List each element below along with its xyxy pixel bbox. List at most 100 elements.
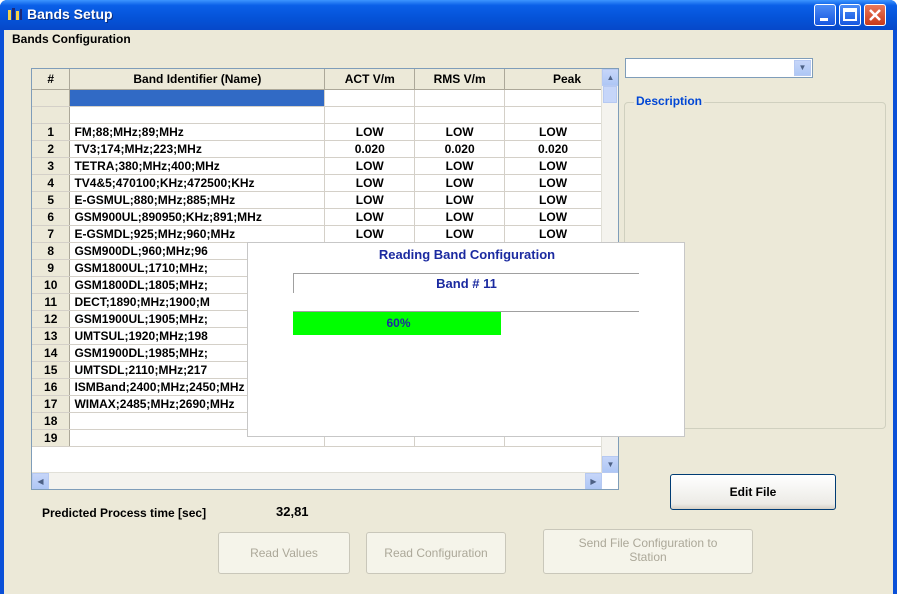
current-band-label: Band # 11 — [293, 273, 639, 293]
peak-cell[interactable] — [504, 106, 602, 124]
table-row[interactable]: 4 TV4&5;470100;KHz;472500;KHz LOW LOW LOW — [32, 174, 602, 192]
title-bar[interactable]: Bands Setup — [0, 0, 897, 30]
col-header-rms[interactable]: RMS V/m — [414, 69, 506, 90]
band-identifier-cell[interactable]: GSM900UL;890950;KHz;891;MHz — [69, 208, 326, 226]
rms-cell[interactable] — [414, 106, 506, 124]
rms-cell[interactable]: LOW — [414, 174, 506, 192]
row-number[interactable]: 16 — [32, 378, 71, 396]
band-identifier-cell[interactable]: E-GSMUL;880;MHz;885;MHz — [69, 191, 326, 209]
row-number[interactable]: 13 — [32, 327, 71, 345]
band-identifier-cell[interactable]: TETRA;380;MHz;400;MHz — [69, 157, 326, 175]
predicted-time-label: Predicted Process time [sec] — [42, 506, 207, 520]
col-header-act[interactable]: ACT V/m — [324, 69, 416, 90]
act-cell[interactable]: LOW — [324, 191, 416, 209]
peak-cell[interactable]: LOW — [504, 225, 602, 243]
row-number[interactable]: 8 — [32, 242, 71, 260]
row-number[interactable]: 3 — [32, 157, 71, 175]
band-identifier-cell[interactable] — [69, 106, 326, 124]
band-identifier-cell[interactable]: FM;88;MHz;89;MHz — [69, 123, 326, 141]
peak-cell[interactable]: LOW — [504, 191, 602, 209]
scroll-down-icon[interactable]: ▼ — [602, 456, 618, 473]
table-row[interactable]: 6 GSM900UL;890950;KHz;891;MHz LOW LOW LOW — [32, 208, 602, 226]
send-button-line2: Station — [629, 550, 667, 564]
close-button[interactable] — [864, 4, 886, 26]
app-icon — [8, 8, 22, 20]
horizontal-scrollbar[interactable]: ◀ ▶ — [32, 472, 602, 489]
band-identifier-cell[interactable]: E-GSMDL;925;MHz;960;MHz — [69, 225, 326, 243]
bands-setup-window: Bands Setup Bands Configuration # Band I… — [0, 0, 897, 594]
row-number[interactable]: 2 — [32, 140, 71, 158]
act-cell[interactable] — [324, 106, 416, 124]
act-cell[interactable]: 0.020 — [324, 140, 416, 158]
peak-cell[interactable]: LOW — [504, 208, 602, 226]
band-select-combo[interactable]: ▼ — [625, 58, 813, 78]
reading-progress-dialog: Reading Band Configuration Band # 11 60% — [247, 242, 685, 437]
row-number[interactable]: 12 — [32, 310, 71, 328]
scroll-left-icon[interactable]: ◀ — [32, 473, 49, 489]
edit-file-button[interactable]: Edit File — [670, 474, 836, 510]
row-number[interactable]: 14 — [32, 344, 71, 362]
rms-cell[interactable]: LOW — [414, 123, 506, 141]
maximize-icon — [843, 8, 857, 21]
row-number[interactable]: 10 — [32, 276, 71, 294]
rms-cell[interactable] — [414, 89, 506, 107]
send-file-configuration-button[interactable]: Send File Configuration to Station — [543, 529, 753, 574]
band-identifier-cell[interactable]: TV4&5;470100;KHz;472500;KHz — [69, 174, 326, 192]
table-row[interactable]: 5 E-GSMUL;880;MHz;885;MHz LOW LOW LOW — [32, 191, 602, 209]
row-number[interactable]: 18 — [32, 412, 71, 430]
row-number[interactable]: 7 — [32, 225, 71, 243]
peak-cell[interactable]: LOW — [504, 174, 602, 192]
table-row[interactable]: 3 TETRA;380;MHz;400;MHz LOW LOW LOW — [32, 157, 602, 175]
rms-cell[interactable]: LOW — [414, 191, 506, 209]
scroll-thumb[interactable] — [603, 86, 617, 103]
row-number[interactable]: 17 — [32, 395, 71, 413]
act-cell[interactable]: LOW — [324, 208, 416, 226]
act-cell[interactable]: LOW — [324, 123, 416, 141]
row-number[interactable]: 19 — [32, 429, 71, 447]
row-number[interactable]: 4 — [32, 174, 71, 192]
act-cell[interactable]: LOW — [324, 225, 416, 243]
band-identifier-cell[interactable]: TV3;174;MHz;223;MHz — [69, 140, 326, 158]
window-title: Bands Setup — [27, 6, 113, 22]
close-icon — [869, 9, 881, 21]
table-row[interactable] — [32, 106, 602, 124]
table-row[interactable]: 2 TV3;174;MHz;223;MHz 0.020 0.020 0.020 — [32, 140, 602, 158]
row-number[interactable]: 6 — [32, 208, 71, 226]
chevron-down-icon[interactable]: ▼ — [794, 60, 811, 76]
bands-configuration-label: Bands Configuration — [12, 32, 131, 46]
act-cell[interactable]: LOW — [324, 157, 416, 175]
row-number[interactable]: 11 — [32, 293, 71, 311]
scroll-up-icon[interactable]: ▲ — [602, 69, 618, 86]
maximize-button[interactable] — [839, 4, 861, 26]
read-values-button[interactable]: Read Values — [218, 532, 350, 574]
rms-cell[interactable]: 0.020 — [414, 140, 506, 158]
client-area: Bands Configuration # Band Identifier (N… — [4, 30, 893, 594]
row-number[interactable]: 15 — [32, 361, 71, 379]
peak-cell[interactable]: LOW — [504, 123, 602, 141]
rms-cell[interactable]: LOW — [414, 208, 506, 226]
progress-percent: 60% — [386, 316, 411, 330]
peak-cell[interactable]: 0.020 — [504, 140, 602, 158]
col-header-peak[interactable]: Peak — [504, 69, 602, 90]
scroll-right-icon[interactable]: ▶ — [585, 473, 602, 489]
table-row[interactable]: 7 E-GSMDL;925;MHz;960;MHz LOW LOW LOW — [32, 225, 602, 243]
minimize-button[interactable] — [814, 4, 836, 26]
description-label: Description — [634, 94, 705, 108]
rms-cell[interactable]: LOW — [414, 157, 506, 175]
table-row[interactable] — [32, 89, 602, 107]
read-configuration-button[interactable]: Read Configuration — [366, 532, 506, 574]
col-header-band-identifier[interactable]: Band Identifier (Name) — [69, 69, 326, 90]
table-row[interactable]: 1 FM;88;MHz;89;MHz LOW LOW LOW — [32, 123, 602, 141]
row-number[interactable]: 9 — [32, 259, 71, 277]
band-identifier-cell[interactable] — [69, 89, 326, 107]
row-number[interactable] — [32, 89, 71, 107]
peak-cell[interactable] — [504, 89, 602, 107]
rms-cell[interactable]: LOW — [414, 225, 506, 243]
act-cell[interactable]: LOW — [324, 174, 416, 192]
peak-cell[interactable]: LOW — [504, 157, 602, 175]
col-header-number[interactable]: # — [32, 69, 71, 90]
row-number[interactable]: 5 — [32, 191, 71, 209]
act-cell[interactable] — [324, 89, 416, 107]
row-number[interactable]: 1 — [32, 123, 71, 141]
row-number[interactable] — [32, 106, 71, 124]
